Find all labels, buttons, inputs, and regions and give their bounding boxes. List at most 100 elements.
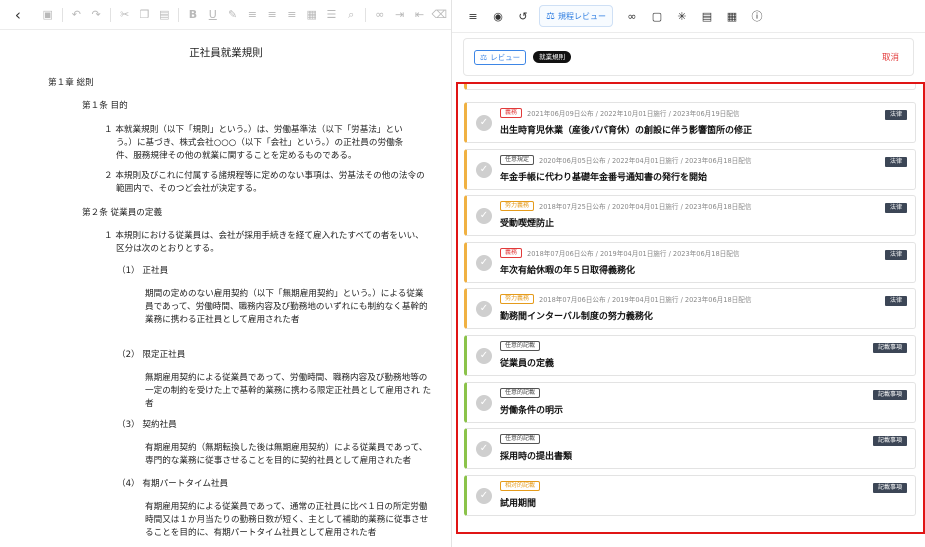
redo-icon[interactable]: ↷ [88, 6, 104, 24]
card-title: 勤務間インターバル制度の努力義務化 [500, 312, 653, 323]
highlighter-icon[interactable]: ✎ [225, 6, 241, 24]
card-meta: 相対的記載 [500, 480, 545, 491]
category-badge: 法律 [884, 110, 907, 120]
category-badge: 記載事項 [872, 389, 907, 400]
document-title: 正社員就業規則 [189, 47, 263, 59]
toolbar-divider [178, 7, 180, 22]
review-subbar: ⚖ レビュー 就業規則 取消 [463, 38, 914, 76]
link-icon[interactable]: ∞ [372, 6, 388, 24]
check-icon[interactable]: ✓ [476, 301, 492, 318]
text-line: う。）に基づき、株式会社○○○（以下「会社」という。）の正社員の労働条 [116, 138, 404, 148]
document-search-icon[interactable]: ▤ [698, 7, 716, 25]
align-left-icon[interactable]: ≡ [244, 6, 260, 24]
check-icon[interactable]: ✓ [476, 208, 492, 225]
card-dates: 2018年07月06日公布 / 2019年04月01日施行 / 2023年06月… [527, 249, 740, 258]
indent-icon[interactable]: ⇥ [392, 6, 408, 24]
card-dates: 2020年06月05日公布 / 2022年04月01日施行 / 2023年06月… [539, 156, 752, 165]
toolbar-divider [365, 7, 366, 22]
item-2-label: （2） 限定正社員 [117, 350, 186, 360]
scale-icon: ⚖ [546, 10, 555, 22]
scale-icon: ⚖ [480, 52, 488, 62]
text-line: 有期雇用契約（無期転換した後は無期雇用契約）による従業員であって、 [145, 443, 428, 453]
review-card[interactable]: ✓ 任意的記載 従業員の定義 記載事項 [464, 335, 916, 376]
requirement-badge: 任意規定 [500, 154, 535, 165]
tab-label: 規程レビュー [557, 11, 606, 21]
requirement-badge: 義務 [500, 108, 523, 118]
card-dates: 2018年07月06日公布 / 2019年04月01日施行 / 2023年06月… [539, 296, 752, 305]
undo-icon[interactable]: ↶ [68, 6, 84, 24]
copy-icon[interactable]: ❐ [137, 6, 153, 24]
article-1-heading: 第１条 目的 [82, 101, 128, 111]
paste-icon[interactable]: ▤ [156, 6, 172, 24]
review-card[interactable]: ✓ 義務 2021年06月09日公布 / 2022年10月01日施行 / 2023年… [464, 102, 916, 143]
card-meta: 任意規定 2020年06月05日公布 / 2022年04月01日施行 / 2023… [500, 154, 752, 165]
outdent-icon[interactable]: ⇤ [412, 6, 428, 24]
save-icon[interactable]: ▣ [40, 6, 56, 24]
item-1-label: （1） 正社員 [117, 266, 169, 276]
item-3-label: （3） 契約社員 [117, 420, 177, 430]
check-icon[interactable]: ✓ [476, 161, 492, 178]
review-card[interactable]: ✓ 相対的記載 試用期間 記載事項 [464, 474, 916, 516]
review-card[interactable]: ✓ 任意的記載労働条件の明示 記載事項 [464, 381, 916, 423]
eye-icon[interactable]: ◉ [489, 7, 507, 25]
editor-toolbar: ‹ ▣ ↶ ↷ ✂ ❐ ▤ B U ✎ ≡ ≡ ≡ ▦ ☰ ⌕ ∞ ⇥ ⇤ ⌫ [0, 0, 451, 30]
item-3-text: 有期雇用契約（無期転換した後は無期雇用契約）による従業員であって、 専門的な業務… [145, 442, 427, 468]
text-line: 有期雇用契約による従業員であって、通常の正社員に比べ１日の所定労働 [145, 502, 428, 512]
card-dates: 2018年07月25日公布 / 2020年04月01日施行 / 2023年06月… [539, 203, 752, 212]
check-icon[interactable]: ✓ [476, 254, 492, 271]
comment-icon[interactable]: ▢ [648, 7, 666, 25]
editor-pane: ‹ ▣ ↶ ↷ ✂ ❐ ▤ B U ✎ ≡ ≡ ≡ ▦ ☰ ⌕ ∞ ⇥ ⇤ ⌫ … [0, 0, 452, 547]
card-title: 労働条件の明示 [500, 405, 564, 416]
tab-regulation-review[interactable]: ⚖ 規程レビュー [539, 5, 613, 27]
review-card[interactable]: ✓ 任意的記載 採用時の提出書類 記載事項 [464, 428, 916, 470]
text-line: 員であって、労働時間、職務内容及び勤務地のいずれにも制約なく基幹的 [145, 302, 428, 312]
card-meta: 努力義務 2018年07月06日公布 / 2019年04月01日施行 / 2023… [500, 294, 752, 305]
category-badge: 記載事項 [872, 482, 907, 493]
list-icon[interactable]: ☰ [324, 6, 340, 24]
category-badge: 記載事項 [872, 343, 907, 353]
item-4-text: 有期雇用契約による従業員であって、通常の正社員に比べ１日の所定労働 時間又は１か… [145, 501, 428, 540]
info-icon[interactable]: ⓘ [748, 7, 766, 25]
history-icon[interactable]: ↺ [514, 7, 532, 25]
text-line: ることを目的に、有期パートタイム社員として雇用された者 [145, 528, 377, 538]
card-title: 年次有給休暇の年５日取得義務化 [500, 265, 636, 276]
link-icon[interactable]: ∞ [623, 7, 641, 25]
check-icon[interactable]: ✓ [476, 348, 492, 364]
text-line: 時間又は１か月当たりの勤務日数が短く、主として補助的業務に従事させ [145, 515, 429, 525]
text-line: 区分は次のとおりとする。 [116, 244, 219, 254]
article-1-paragraph-1: １ 本就業規則（以下「規則」という。）は、労働基準法（以下「労基法」とい う。）… [104, 124, 403, 163]
card-dates: 2021年06月09日公布 / 2022年10月01日施行 / 2023年06月… [527, 110, 740, 118]
bold-icon[interactable]: B [185, 6, 201, 24]
review-card[interactable]: ✓ 努力義務 2018年07月25日公布 / 2020年04月01日施行 / 202… [464, 195, 916, 237]
review-button-label: レビュー [490, 52, 521, 62]
underline-icon[interactable]: U [205, 6, 221, 24]
menu-icon[interactable]: ≡ [464, 7, 482, 25]
card-meta: 任意的記載 [500, 434, 545, 445]
cut-icon[interactable]: ✂ [117, 6, 133, 24]
check-icon[interactable]: ✓ [476, 115, 492, 131]
align-center-icon[interactable]: ≡ [264, 6, 280, 24]
review-button[interactable]: ⚖ レビュー [474, 49, 527, 65]
back-icon[interactable]: ‹ [10, 6, 26, 24]
check-icon[interactable]: ✓ [476, 487, 492, 504]
partial-card [464, 84, 916, 90]
table-icon[interactable]: ▦ [723, 7, 741, 25]
article-2-paragraph-1: １ 本規則における従業員は、会社が採用手続きを経て雇入れたすべての者をいい、 区… [104, 230, 424, 256]
table-icon[interactable]: ▦ [304, 6, 320, 24]
category-badge: 法律 [884, 249, 907, 260]
review-card[interactable]: ✓ 任意規定 2020年06月05日公布 / 2022年04月01日施行 / 202… [464, 148, 916, 190]
toolbar-divider [61, 7, 63, 22]
check-icon[interactable]: ✓ [476, 441, 492, 458]
clear-format-icon[interactable]: ⌫ [431, 6, 447, 24]
align-right-icon[interactable]: ≡ [284, 6, 300, 24]
card-meta: 義務 2021年06月09日公布 / 2022年10月01日施行 / 2023年0… [500, 108, 739, 118]
find-icon[interactable]: ⌕ [343, 6, 359, 24]
sparkle-icon[interactable]: ✳ [673, 7, 691, 25]
cancel-button[interactable]: 取消 [882, 51, 899, 63]
item-1-text: 期間の定めのない雇用契約（以下「無期雇用契約」という。）による従業 員であって、… [145, 288, 428, 327]
check-icon[interactable]: ✓ [476, 394, 492, 411]
review-card[interactable]: ✓ 努力義務 2018年07月06日公布 / 2019年04月01日施行 / 202… [464, 288, 916, 330]
review-results-list[interactable]: ✓ 義務 2021年06月09日公布 / 2022年10月01日施行 / 2023年… [456, 82, 925, 534]
card-meta: 任意的記載 [500, 387, 545, 398]
review-card[interactable]: ✓ 義務 2018年07月06日公布 / 2019年04月01日施行 / 2023年… [464, 241, 916, 283]
